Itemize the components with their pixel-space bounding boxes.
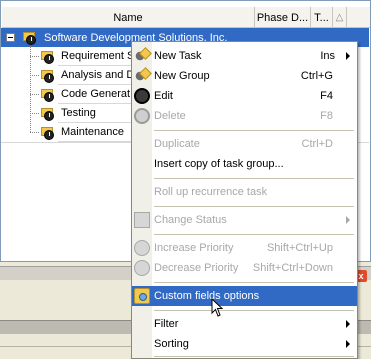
column-header-phase[interactable]: Phase D... [255, 7, 311, 28]
menu-item-roll-up[interactable]: Roll up recurrence task [132, 182, 357, 202]
menu-item-shortcut: Ctrl+G [300, 70, 333, 82]
submenu-arrow-icon [346, 320, 350, 328]
column-header-extra[interactable] [347, 7, 370, 28]
menu-item-shortcut: Shift+Ctrl+Up [266, 242, 333, 254]
menu-separator [154, 178, 354, 179]
tree-line [30, 75, 39, 76]
menu-item-new-task[interactable]: New Task Ins [132, 46, 357, 66]
menu-item-label: Roll up recurrence task [154, 186, 268, 198]
submenu-arrow-icon [346, 52, 350, 60]
menu-item-shortcut: F4 [320, 90, 333, 102]
menu-item-new-group[interactable]: New Group Ctrl+G [132, 66, 357, 86]
task-group-icon [39, 105, 55, 121]
table-row[interactable]: Code Generat [58, 85, 132, 104]
table-row[interactable]: Requirement S [58, 47, 132, 66]
table-row[interactable]: Testing [58, 104, 132, 123]
row-label: Testing [61, 107, 96, 119]
menu-separator [154, 206, 354, 207]
menu-separator [154, 234, 354, 235]
menu-item-delete[interactable]: Delete F8 [132, 106, 357, 126]
submenu-arrow-icon [346, 340, 350, 348]
menu-item-label: New Task [154, 50, 202, 62]
menu-item-label: Insert copy of task group... [154, 158, 284, 170]
menu-item-decrease-priority[interactable]: Decrease Priority Shift+Ctrl+Down [132, 258, 357, 278]
menu-item-label: Filter [154, 318, 179, 330]
tree-line [30, 113, 39, 114]
custom-fields-icon [134, 288, 150, 304]
menu-item-label: Decrease Priority [154, 262, 239, 274]
decrease-priority-icon [134, 260, 150, 276]
menu-item-label: Edit [154, 90, 173, 102]
tree-line [30, 132, 39, 133]
task-group-icon [39, 48, 55, 64]
menu-item-insert-copy[interactable]: Insert copy of task group... [132, 154, 357, 174]
menu-item-shortcut: F8 [320, 110, 333, 122]
menu-item-label: Delete [154, 110, 186, 122]
edit-icon [134, 88, 150, 104]
table-row[interactable]: Maintenance [58, 123, 132, 142]
menu-separator [154, 356, 354, 357]
context-menu: New Task Ins New Group Ctrl+G Edit F4 De… [131, 41, 358, 359]
menu-item-label: Sorting [154, 338, 189, 350]
tree-line [30, 94, 39, 95]
task-group-icon [21, 29, 37, 45]
tree-line [30, 46, 31, 132]
menu-item-label: Custom fields options [154, 290, 260, 302]
task-group-icon [39, 124, 55, 140]
column-header-name[interactable]: Name [2, 7, 255, 28]
row-label: Analysis and D [61, 69, 132, 81]
delete-icon [134, 108, 150, 124]
menu-item-label: Change Status [154, 214, 227, 226]
menu-item-shortcut: Ctrl+D [301, 138, 333, 150]
menu-item-increase-priority[interactable]: Increase Priority Shift+Ctrl+Up [132, 238, 357, 258]
menu-item-sorting[interactable]: Sorting [132, 334, 357, 354]
sort-indicator[interactable]: △ [333, 7, 347, 28]
task-group-icon [39, 86, 55, 102]
menu-item-shortcut: Ins [320, 50, 335, 62]
menu-item-custom-fields[interactable]: Custom fields options [132, 286, 357, 306]
menu-item-duplicate[interactable]: Duplicate Ctrl+D [132, 134, 357, 154]
tree-line [30, 56, 39, 57]
menu-item-label: Duplicate [154, 138, 200, 150]
new-task-icon [134, 48, 150, 64]
menu-separator [154, 130, 354, 131]
row-label: Requirement S [61, 50, 132, 62]
menu-item-label: New Group [154, 70, 210, 82]
column-header-t[interactable]: T... [311, 7, 333, 28]
menu-item-shortcut: Shift+Ctrl+Down [252, 262, 333, 274]
task-group-icon [39, 67, 55, 83]
row-label: Maintenance [61, 126, 124, 138]
menu-separator [154, 310, 354, 311]
menu-separator [154, 282, 354, 283]
collapse-toggle-icon[interactable] [6, 33, 15, 42]
menu-item-label: Increase Priority [154, 242, 234, 254]
menu-item-change-status[interactable]: Change Status [132, 210, 357, 230]
grid-header: Name Phase D... T... △ [2, 7, 370, 28]
new-group-icon [134, 68, 150, 84]
submenu-arrow-icon [346, 216, 350, 224]
row-label: Code Generat [61, 88, 131, 100]
mouse-cursor-icon [211, 298, 223, 317]
change-status-icon [134, 212, 150, 228]
increase-priority-icon [134, 240, 150, 256]
menu-item-filter[interactable]: Filter [132, 314, 357, 334]
table-row[interactable]: Analysis and D [58, 66, 132, 85]
menu-item-edit[interactable]: Edit F4 [132, 86, 357, 106]
